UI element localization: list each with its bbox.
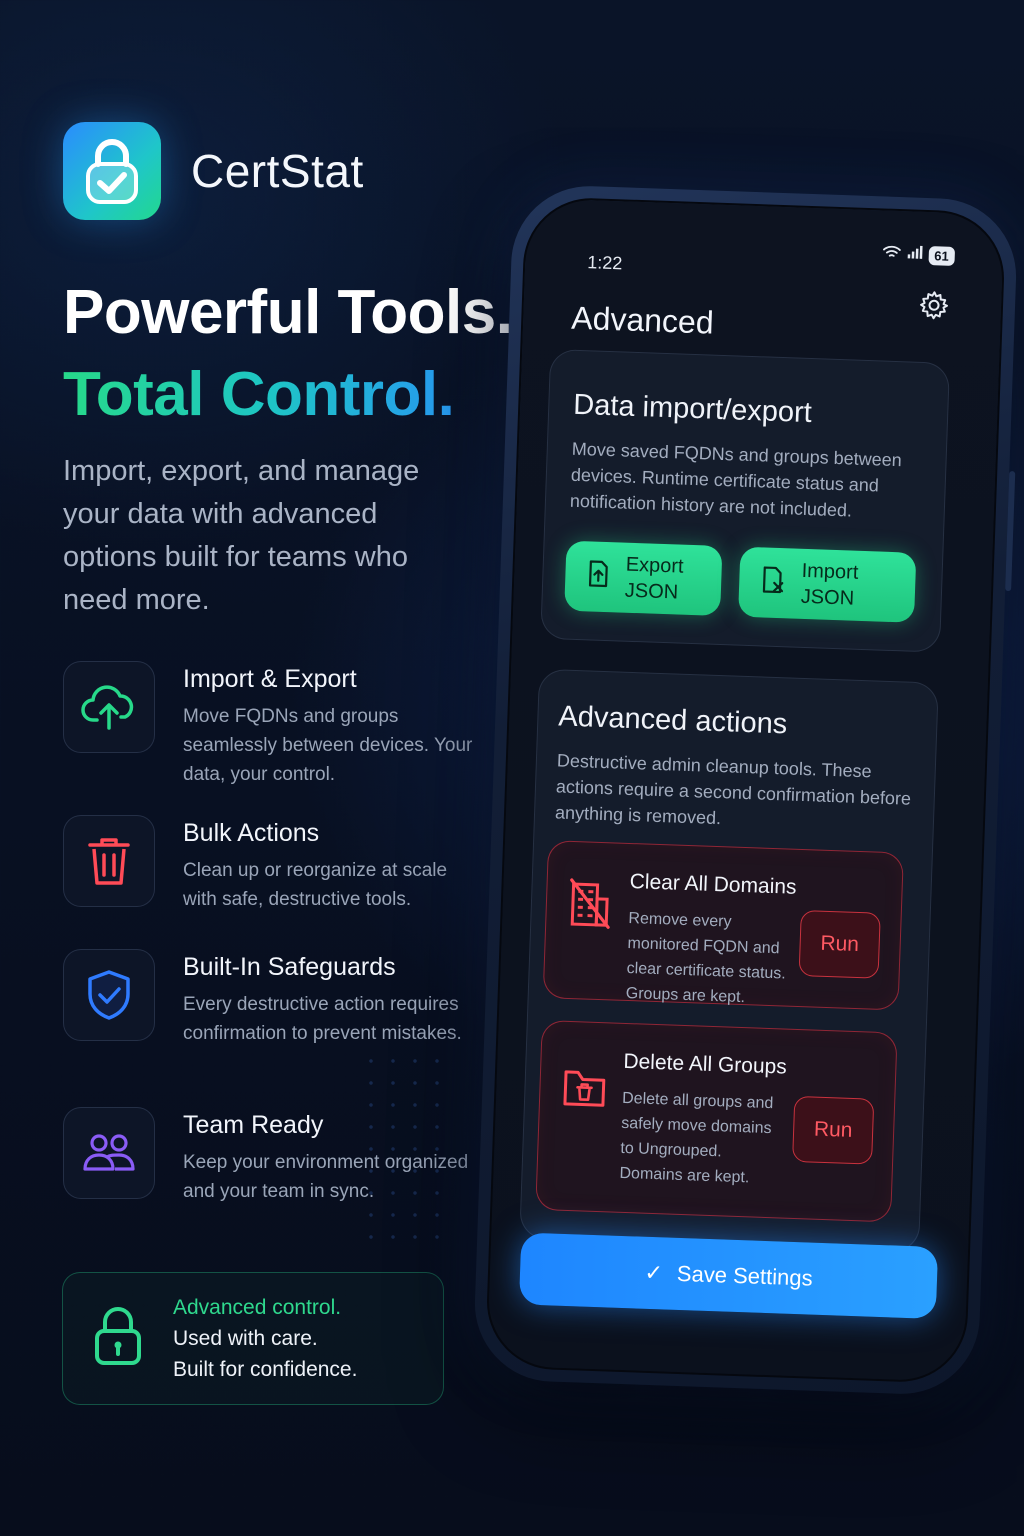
feature-desc: Every destructive action requires confir… <box>183 994 462 1044</box>
wifi-icon <box>882 244 901 264</box>
cloud-upload-icon <box>63 661 155 753</box>
card-desc: Move saved FQDNs and groups between devi… <box>569 438 903 521</box>
feature-import-export: Import & Export Move FQDNs and groups se… <box>63 661 473 789</box>
headline: Powerful Tools. Total Control. <box>63 272 513 436</box>
card-title: Data import/export <box>572 388 813 430</box>
phone-mockup: 1:22 61 Advanced Data import/export Move… <box>472 183 1019 1397</box>
card-desc: Destructive admin cleanup tools. These a… <box>554 750 912 829</box>
domains-off-icon <box>568 876 612 934</box>
brand: CertStat <box>63 122 364 220</box>
import-json-button[interactable]: Import JSON <box>738 546 917 623</box>
trash-icon <box>63 815 155 907</box>
delete-groups-run-button[interactable]: Run <box>792 1095 875 1165</box>
team-icon <box>63 1107 155 1199</box>
folder-delete-icon <box>562 1066 608 1115</box>
save-settings-button[interactable]: ✓ Save Settings <box>518 1232 939 1319</box>
status-icons: 61 <box>882 244 956 266</box>
check-icon: ✓ <box>644 1259 664 1286</box>
feature-title: Bulk Actions <box>183 819 320 847</box>
brand-name: CertStat <box>191 145 364 197</box>
headline-line-2: Total Control. <box>63 354 512 436</box>
feature-desc: Move FQDNs and groups seamlessly between… <box>183 706 473 785</box>
subhead: Import, export, and manage your data wit… <box>63 455 420 616</box>
phone-screen: 1:22 61 Advanced Data import/export Move… <box>484 195 1007 1385</box>
import-json-label: Import JSON <box>800 559 859 610</box>
callout-line-3: Built for confidence. <box>173 1358 358 1381</box>
callout-box: Advanced control. Used with care. Built … <box>62 1272 444 1405</box>
status-time: 1:22 <box>586 252 623 274</box>
save-settings-label: Save Settings <box>676 1260 814 1291</box>
action-title: Clear All Domains <box>629 870 797 899</box>
feature-title: Import & Export <box>183 665 357 693</box>
gear-icon[interactable] <box>918 290 949 326</box>
feature-desc: Clean up or reorganize at scale with saf… <box>183 860 448 910</box>
padlock-icon <box>93 1305 143 1372</box>
feature-title: Built-In Safeguards <box>183 953 396 981</box>
headline-line-1: Powerful Tools. <box>63 278 513 347</box>
file-export-icon <box>587 559 610 595</box>
action-title: Delete All Groups <box>623 1049 788 1079</box>
export-json-button[interactable]: Export JSON <box>564 540 723 617</box>
callout-line-1: Advanced control. <box>173 1296 342 1319</box>
action-desc: Delete all groups and safely move domain… <box>619 1089 774 1187</box>
battery-indicator: 61 <box>927 246 956 266</box>
card-title: Advanced actions <box>557 700 788 741</box>
file-import-icon <box>761 565 786 601</box>
export-json-label: Export JSON <box>624 553 684 604</box>
import-export-card: Data import/export Move saved FQDNs and … <box>540 348 951 653</box>
feature-bulk-actions: Bulk Actions Clean up or reorganize at s… <box>63 815 473 914</box>
lock-check-icon <box>63 122 161 220</box>
action-desc: Remove every monitored FQDN and clear ce… <box>625 909 787 1007</box>
delete-all-groups-row: Delete All Groups Delete all groups and … <box>535 1020 898 1223</box>
feature-safeguards: Built-In Safeguards Every destructive ac… <box>63 949 473 1048</box>
clear-domains-run-button[interactable]: Run <box>798 910 881 979</box>
callout-line-2: Used with care. <box>173 1327 318 1350</box>
shield-check-icon <box>63 949 155 1041</box>
signal-icon <box>906 245 923 265</box>
decorative-dots <box>360 1050 450 1250</box>
advanced-actions-card: Advanced actions Destructive admin clean… <box>519 668 939 1253</box>
side-button <box>1005 471 1016 592</box>
clear-all-domains-row: Clear All Domains Remove every monitored… <box>542 840 904 1011</box>
screen-title: Advanced <box>570 299 715 341</box>
